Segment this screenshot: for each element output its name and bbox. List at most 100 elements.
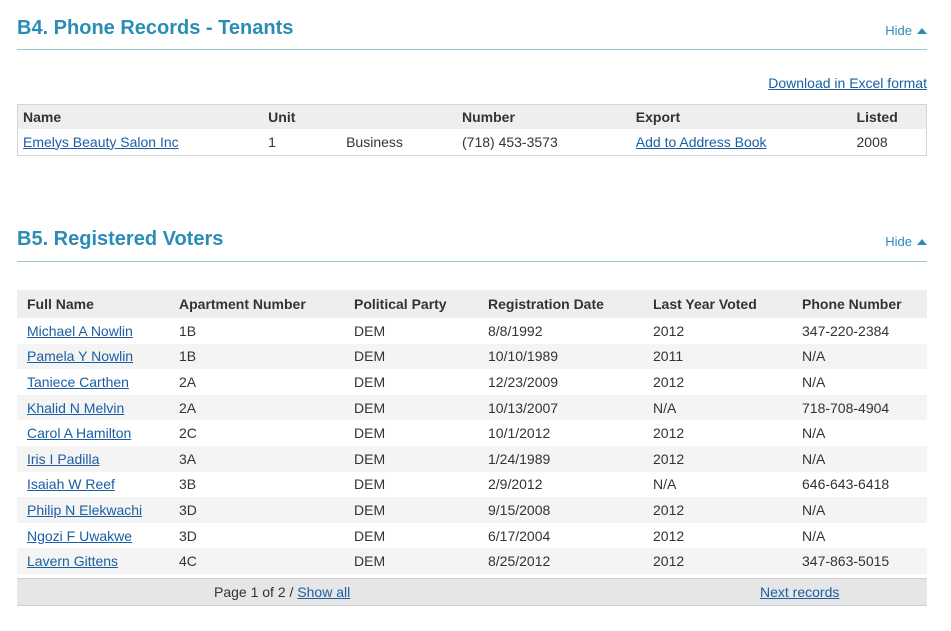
voter-reg-date: 10/1/2012 (488, 425, 551, 442)
voters-section-header: B5. Registered Voters Hide (17, 228, 927, 262)
col-phone-number: Phone Number (802, 296, 902, 312)
voter-reg-date: 12/23/2009 (488, 373, 559, 390)
voter-last-voted: 2012 (653, 373, 685, 390)
add-to-address-book-link[interactable]: Add to Address Book (636, 134, 767, 150)
voter-apt: 3D (179, 501, 197, 518)
col-type (341, 105, 457, 129)
col-name: Name (23, 108, 62, 125)
table-row: Isaiah W Reef 3B DEM 2/9/2012 N/A 646-64… (17, 472, 927, 498)
tenant-unit: 1 (268, 133, 276, 150)
voter-name-link[interactable]: Taniece Carthen (27, 374, 129, 390)
col-last-year-voted: Last Year Voted (653, 296, 757, 312)
voter-party: DEM (354, 450, 386, 467)
voter-apt: 3D (179, 527, 197, 544)
voters-hide-toggle[interactable]: Hide (885, 234, 927, 249)
voter-apt: 3A (179, 450, 197, 467)
voter-reg-date: 8/8/1992 (488, 322, 543, 339)
voter-party: DEM (354, 527, 386, 544)
voter-phone: N/A (802, 527, 826, 544)
page-info: Page 1 of 2 / Show all (214, 584, 350, 600)
table-row: Carol A Hamilton 2C DEM 10/1/2012 2012 N… (17, 420, 927, 446)
table-row: Iris I Padilla 3A DEM 1/24/1989 2012 N/A (17, 445, 927, 472)
table-row: Emelys Beauty Salon Inc 1 Business (718)… (18, 129, 927, 156)
voters-table-header: Full Name Apartment Number Political Par… (17, 290, 927, 318)
tenant-name-link[interactable]: Emelys Beauty Salon Inc (23, 134, 179, 150)
voter-last-voted: 2012 (653, 501, 685, 518)
voter-name-link[interactable]: Isaiah W Reef (27, 476, 115, 492)
table-row: Lavern Gittens 4C DEM 8/25/2012 2012 347… (17, 548, 927, 574)
voter-apt: 2A (179, 399, 197, 416)
tenants-section-title: B4. Phone Records - Tenants (17, 17, 294, 39)
voter-phone: 347-220-2384 (802, 322, 890, 339)
voter-name-link[interactable]: Carol A Hamilton (27, 425, 131, 441)
voter-phone: N/A (802, 348, 826, 365)
voter-name-link[interactable]: Michael A Nowlin (27, 323, 133, 339)
tenant-number: (718) 453-3573 (462, 133, 558, 150)
tenants-section-header: B4. Phone Records - Tenants Hide (17, 17, 927, 50)
col-number: Number (462, 108, 515, 125)
voter-apt: 2C (179, 425, 197, 442)
col-registration-date: Registration Date (488, 296, 604, 312)
voter-name-link[interactable]: Ngozi F Uwakwe (27, 528, 132, 544)
col-full-name: Full Name (27, 296, 94, 312)
voter-apt: 3B (179, 476, 197, 493)
voter-last-voted: 2012 (653, 425, 685, 442)
voter-party: DEM (354, 425, 386, 442)
voter-party: DEM (354, 553, 386, 570)
voter-reg-date: 8/25/2012 (488, 553, 551, 570)
voter-apt: 4C (179, 553, 197, 570)
table-row: Taniece Carthen 2A DEM 12/23/2009 2012 N… (17, 369, 927, 395)
voter-phone: N/A (802, 373, 826, 390)
voter-party: DEM (354, 322, 386, 339)
voter-last-voted: N/A (653, 476, 677, 493)
voter-phone: N/A (802, 425, 826, 442)
voter-reg-date: 9/15/2008 (488, 501, 551, 518)
voter-phone: N/A (802, 450, 826, 467)
voter-party: DEM (354, 348, 386, 365)
voter-apt: 1B (179, 348, 197, 365)
table-row: Pamela Y Nowlin 1B DEM 10/10/1989 2011 N… (17, 343, 927, 370)
col-export: Export (635, 108, 681, 125)
voter-reg-date: 6/17/2004 (488, 527, 551, 544)
voter-apt: 2A (179, 373, 197, 390)
tenants-table-header: Name Unit Number Export Listed (17, 104, 927, 129)
col-apartment-number: Apartment Number (179, 296, 306, 312)
tenants-table: Name Unit Number Export Listed Emelys Be… (17, 104, 927, 156)
next-records-link[interactable]: Next records (760, 584, 839, 600)
voter-name-link[interactable]: Lavern Gittens (27, 553, 118, 569)
voter-phone: 718-708-4904 (802, 399, 890, 416)
tenants-hide-label: Hide (885, 23, 912, 38)
voter-name-link[interactable]: Iris I Padilla (27, 451, 99, 467)
voter-last-voted: 2012 (653, 322, 685, 339)
download-excel-link[interactable]: Download in Excel format (768, 75, 927, 91)
voters-table: Full Name Apartment Number Political Par… (17, 290, 927, 574)
voter-last-voted: 2012 (653, 527, 685, 544)
tenants-hide-toggle[interactable]: Hide (885, 23, 927, 38)
voter-last-voted: 2012 (653, 553, 685, 570)
voter-apt: 1B (179, 322, 197, 339)
voter-phone: 347-863-5015 (802, 553, 890, 570)
voter-reg-date: 10/13/2007 (488, 399, 559, 416)
voter-party: DEM (354, 476, 386, 493)
voter-name-link[interactable]: Philip N Elekwachi (27, 502, 142, 518)
table-row: Ngozi F Uwakwe 3D DEM 6/17/2004 2012 N/A (17, 523, 927, 549)
col-political-party: Political Party (354, 296, 447, 312)
voters-pager: Page 1 of 2 / Show all Next records (17, 578, 927, 606)
voter-name-link[interactable]: Pamela Y Nowlin (27, 348, 133, 364)
voters-section-title: B5. Registered Voters (17, 228, 224, 250)
voter-name-link[interactable]: Khalid N Melvin (27, 400, 124, 416)
voter-reg-date: 2/9/2012 (488, 476, 543, 493)
voter-reg-date: 1/24/1989 (488, 450, 551, 467)
voter-phone: N/A (802, 501, 826, 518)
voters-hide-label: Hide (885, 234, 912, 249)
page-info-text: Page 1 of 2 / (214, 584, 298, 600)
caret-up-icon (917, 27, 927, 34)
col-listed: Listed (856, 108, 898, 125)
table-row: Khalid N Melvin 2A DEM 10/13/2007 N/A 71… (17, 394, 927, 421)
voter-last-voted: 2011 (653, 348, 684, 365)
table-row: Michael A Nowlin 1B DEM 8/8/1992 2012 34… (17, 318, 927, 344)
voter-party: DEM (354, 399, 386, 416)
voter-reg-date: 10/10/1989 (488, 348, 559, 365)
col-unit: Unit (268, 108, 296, 125)
show-all-link[interactable]: Show all (297, 584, 350, 600)
